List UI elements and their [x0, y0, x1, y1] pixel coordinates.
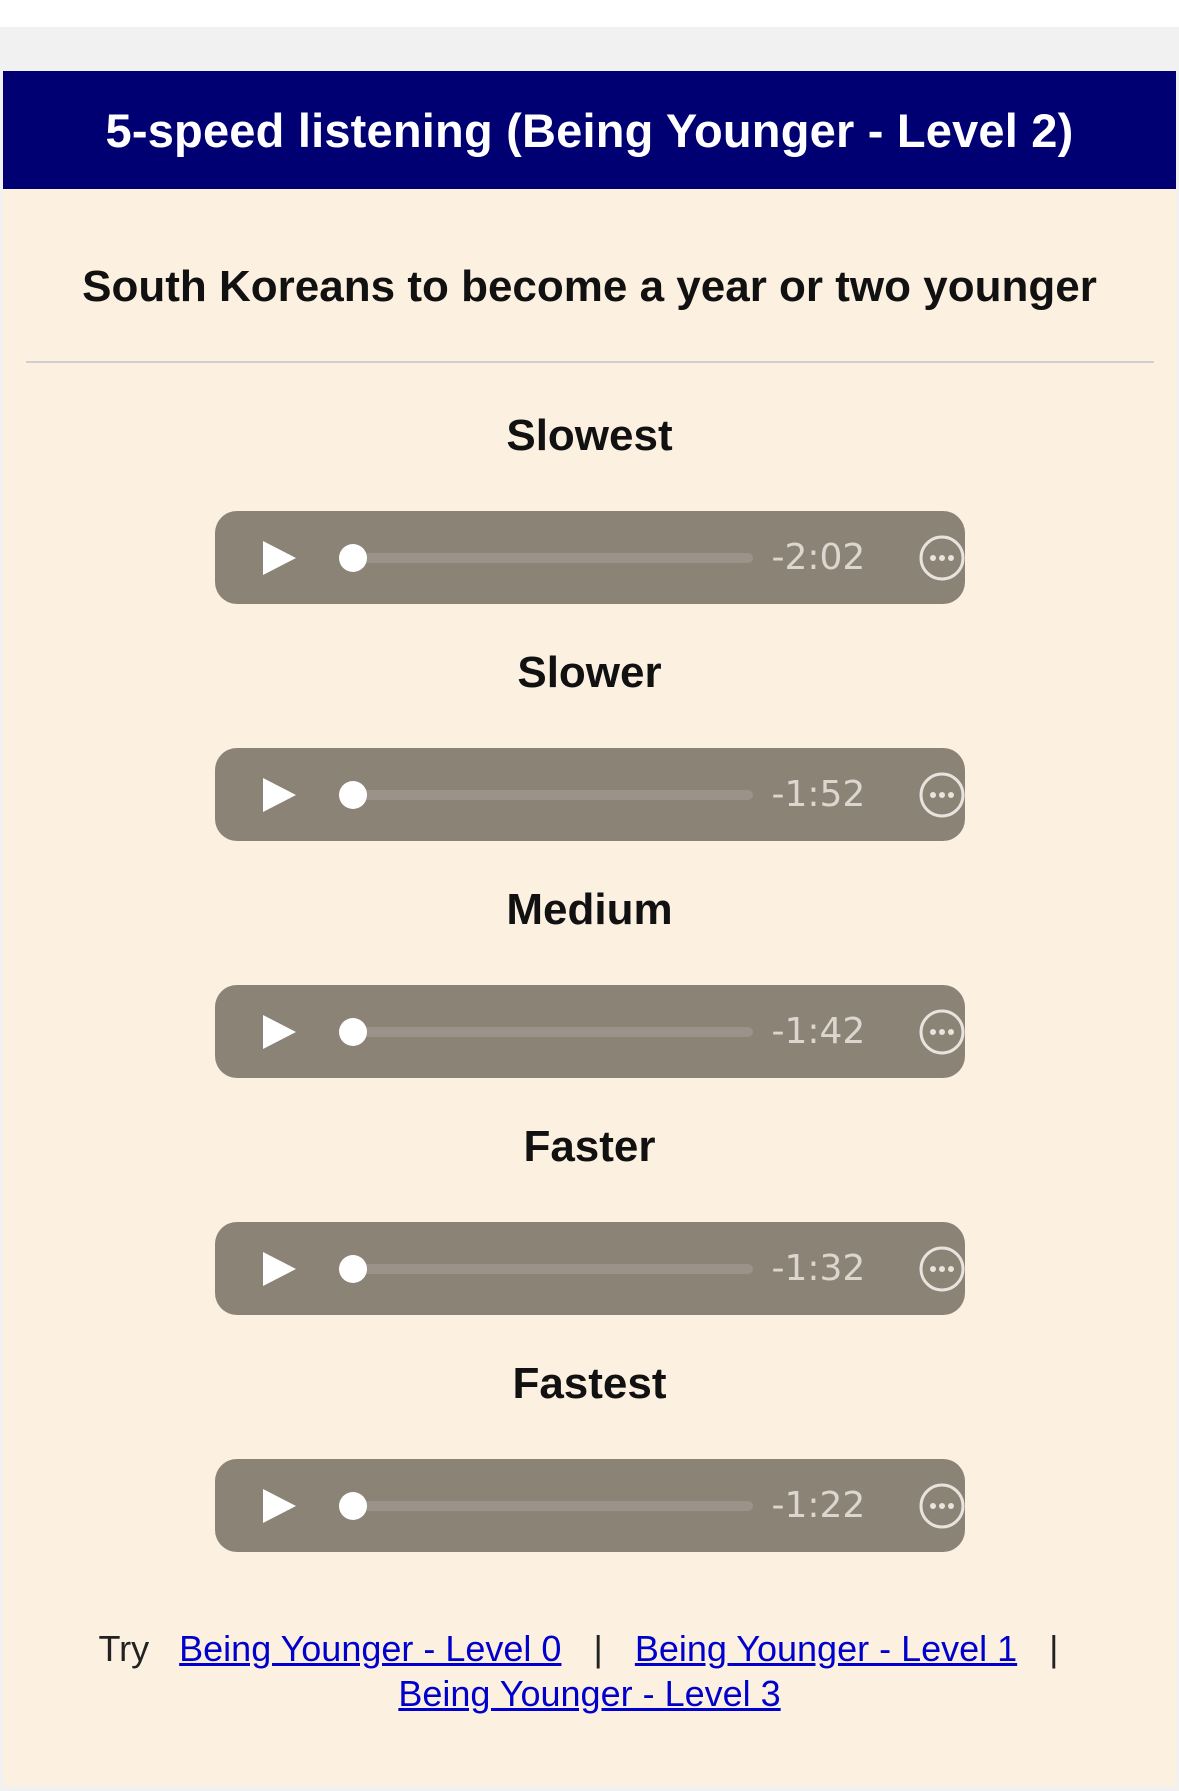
audio-player-slower[interactable]: -1:52: [214, 748, 965, 841]
separator: |: [593, 1628, 603, 1669]
play-icon[interactable]: [260, 1487, 298, 1525]
remaining-time: -2:02: [771, 537, 866, 578]
progress-knob[interactable]: [338, 544, 367, 572]
link-level-1[interactable]: Being Younger - Level 1: [635, 1628, 1017, 1669]
speed-label: Slower: [517, 648, 662, 697]
play-icon[interactable]: [260, 1013, 298, 1051]
progress-track[interactable]: [342, 1264, 753, 1274]
more-options-icon[interactable]: [918, 534, 965, 582]
speed-label: Fastest: [512, 1359, 667, 1408]
article-subtitle: South Koreans to become a year or two yo…: [82, 262, 1097, 311]
audio-player-medium[interactable]: -1:42: [214, 985, 965, 1078]
remaining-time: -1:22: [771, 1485, 866, 1526]
link-level-3[interactable]: Being Younger - Level 3: [398, 1673, 780, 1714]
listening-panel: 5-speed listening (Being Younger - Level…: [3, 71, 1176, 1786]
progress-knob[interactable]: [338, 1018, 367, 1046]
try-label: Try: [98, 1628, 150, 1669]
separator: |: [1049, 1628, 1059, 1669]
speed-block-slower: Slower -1:52: [3, 648, 1176, 885]
audio-player-fastest[interactable]: -1:22: [214, 1459, 965, 1552]
top-strip: [0, 0, 1179, 27]
progress-track[interactable]: [342, 790, 753, 800]
progress-track[interactable]: [342, 553, 753, 563]
related-levels: Try Being Younger - Level 0 | Being Youn…: [53, 1626, 1126, 1716]
audio-player-faster[interactable]: -1:32: [214, 1222, 965, 1315]
remaining-time: -1:32: [771, 1248, 866, 1289]
audio-player-slowest[interactable]: -2:02: [214, 511, 965, 604]
progress-track[interactable]: [342, 1501, 753, 1511]
progress-track[interactable]: [342, 1027, 753, 1037]
speed-block-medium: Medium -1:42: [3, 885, 1176, 1122]
speed-label: Faster: [523, 1122, 656, 1171]
progress-knob[interactable]: [338, 781, 367, 809]
more-options-icon[interactable]: [918, 1482, 965, 1530]
speed-list: Slowest -2:02 Slower -1:52 Medium -1:42 …: [3, 411, 1176, 1596]
more-options-icon[interactable]: [918, 1008, 965, 1056]
page-title: 5-speed listening (Being Younger - Level…: [3, 71, 1176, 189]
more-options-icon[interactable]: [918, 771, 965, 819]
speed-block-fastest: Fastest -1:22: [3, 1359, 1176, 1596]
speed-label: Slowest: [506, 411, 673, 460]
divider: [26, 361, 1154, 363]
progress-knob[interactable]: [338, 1255, 367, 1283]
remaining-time: -1:52: [771, 774, 866, 815]
more-options-icon[interactable]: [918, 1245, 965, 1293]
speed-block-faster: Faster -1:32: [3, 1122, 1176, 1359]
remaining-time: -1:42: [771, 1011, 866, 1052]
speed-block-slowest: Slowest -2:02: [3, 411, 1176, 648]
play-icon[interactable]: [260, 776, 298, 814]
play-icon[interactable]: [260, 539, 298, 577]
link-level-0[interactable]: Being Younger - Level 0: [179, 1628, 561, 1669]
play-icon[interactable]: [260, 1250, 298, 1288]
speed-label: Medium: [506, 885, 673, 934]
progress-knob[interactable]: [338, 1492, 367, 1520]
